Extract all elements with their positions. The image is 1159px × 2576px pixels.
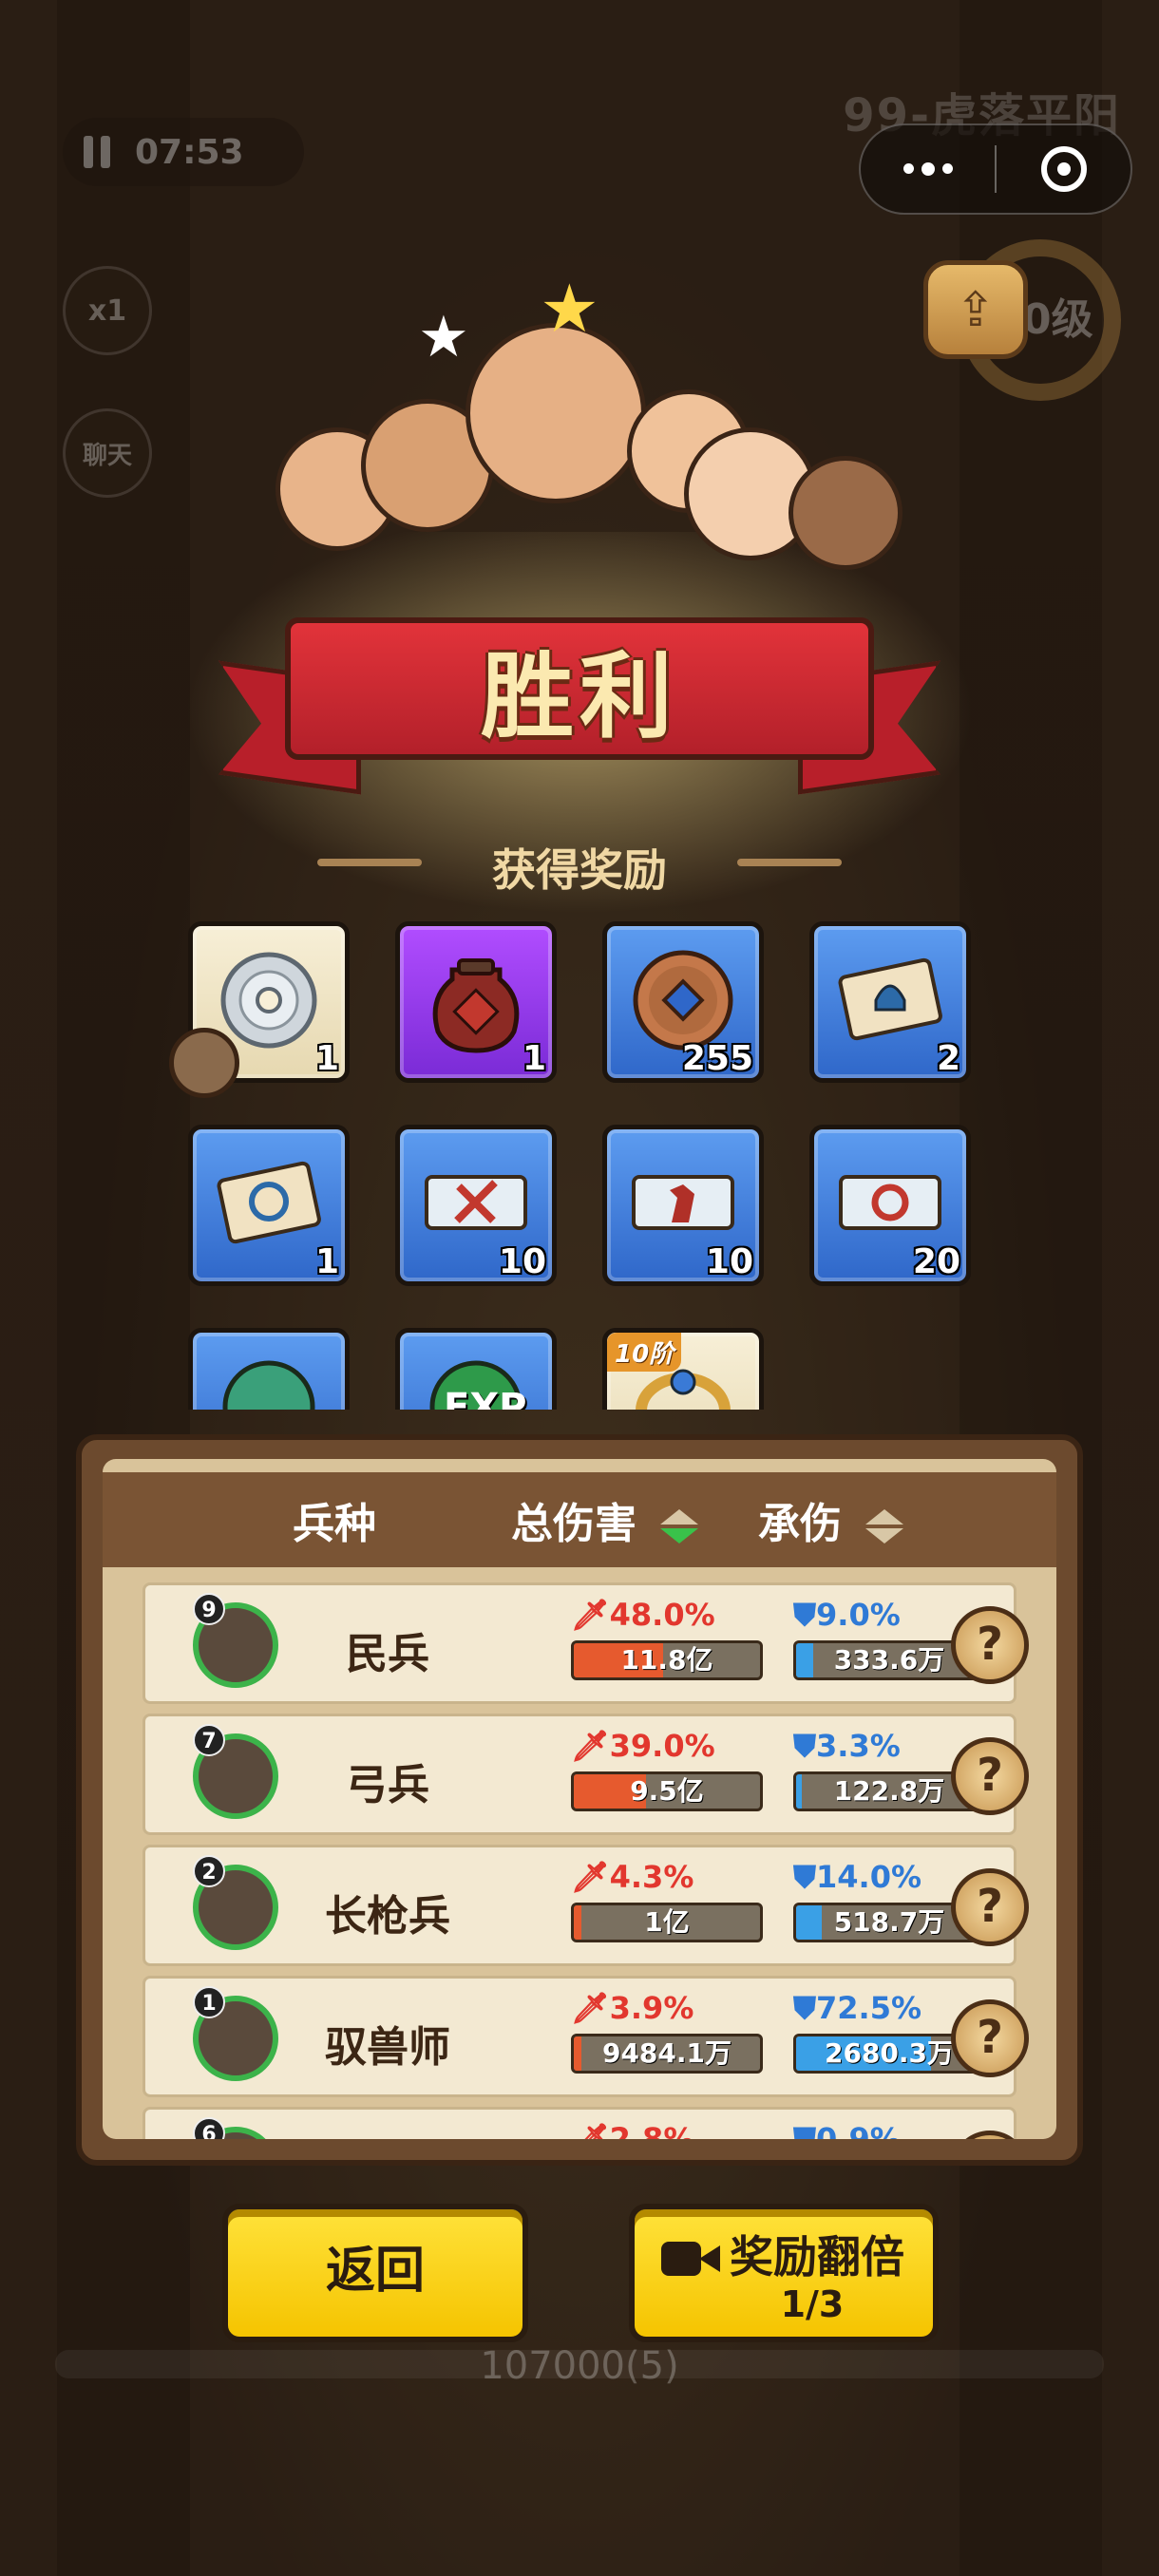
- star-icon: ★: [418, 304, 469, 370]
- unit-name: 民兵: [346, 1630, 429, 1678]
- axe-scroll-icon: [425, 1175, 527, 1230]
- sword-icon: 🗡: [571, 1990, 610, 2026]
- share-icon: ⇪: [956, 282, 996, 337]
- tier-badge: 10阶: [607, 1333, 682, 1372]
- table-row: 9 民兵 🗡48.0% 11.8亿 ⛊9.0% 333.6万 ?: [142, 1582, 1029, 1704]
- miniprogram-capsule: [859, 123, 1132, 215]
- reward-item[interactable]: EXP: [395, 1328, 557, 1410]
- score-text: 107000(5): [480, 2344, 679, 2388]
- col-taken-sort[interactable]: 承伤: [758, 1489, 904, 1550]
- reward-item[interactable]: [188, 1328, 350, 1410]
- exp-label: EXP: [444, 1386, 527, 1410]
- victory-title: 胜利: [480, 643, 678, 751]
- damage-stats-panel: 兵种 总伤害 承伤 9 民兵 🗡48.0% 11.8亿 ⛊9.0% 333.6万…: [76, 1434, 1083, 2166]
- reward-item[interactable]: 10: [602, 1125, 764, 1286]
- damage-percent: 🗡3.9%: [571, 1990, 694, 2026]
- shield-icon: ⛊: [793, 1728, 817, 1764]
- back-button[interactable]: 返回: [222, 2204, 528, 2342]
- hero-group-illustration: ★ ★: [276, 270, 922, 646]
- shield-icon: ⛊: [793, 2121, 817, 2139]
- speed-button[interactable]: x1: [63, 266, 152, 355]
- victory-banner: 胜利: [218, 617, 940, 807]
- close-miniprogram-icon[interactable]: [997, 146, 1130, 192]
- unit-level: 2: [193, 1855, 225, 1887]
- damage-bar: 9484.1万: [571, 2034, 763, 2074]
- unit-level: 6: [193, 2117, 225, 2139]
- swirl-scroll-icon: [839, 1175, 941, 1230]
- damage-bar: 1亿: [571, 1903, 763, 1942]
- damage-percent: 🗡48.0%: [571, 1597, 715, 1633]
- help-button[interactable]: ?: [951, 1868, 1029, 1946]
- unit-level: 1: [193, 1986, 225, 2018]
- taken-percent: ⛊9.0%: [793, 1597, 901, 1633]
- unit-name: 驭兽师: [325, 2023, 450, 2072]
- unit-name: 弓兵: [346, 1761, 429, 1809]
- unit-name: 长枪兵: [325, 1892, 450, 1941]
- table-row: 6 🗡2.8% ⛊0.9% ?: [142, 2107, 1029, 2139]
- reward-grid: 1 1 255 2 1 10 10 20 EXP 10阶: [188, 921, 973, 1410]
- table-row: 1 驭兽师 🗡3.9% 9484.1万 ⛊72.5% 2680.3万 ?: [142, 1976, 1029, 2097]
- taken-percent: ⛊72.5%: [793, 1990, 922, 2026]
- chat-button[interactable]: 聊天: [63, 408, 152, 498]
- damage-percent: 🗡39.0%: [571, 1728, 715, 1764]
- pause-icon[interactable]: [84, 136, 110, 168]
- table-row: 7 弓兵 🗡39.0% 9.5亿 ⛊3.3% 122.8万 ?: [142, 1714, 1029, 1835]
- sword-icon: 🗡: [571, 1597, 610, 1633]
- avatar: [169, 1028, 239, 1098]
- wine-jar-icon: [432, 958, 520, 1053]
- reward-item[interactable]: 1: [188, 1125, 350, 1286]
- horse-scroll-icon: [632, 1175, 734, 1230]
- help-button[interactable]: ?: [951, 2131, 1029, 2139]
- copper-coin-icon: [633, 950, 733, 1051]
- star-icon: ★: [540, 270, 599, 348]
- shield-icon: ⛊: [793, 1859, 817, 1895]
- more-options-icon[interactable]: [861, 161, 995, 176]
- unit-level: 7: [193, 1724, 225, 1756]
- sort-icon: [660, 1509, 699, 1544]
- damage-bar: 9.5亿: [571, 1771, 763, 1811]
- video-camera-icon: [661, 2238, 722, 2280]
- taken-percent: ⛊0.9%: [793, 2121, 901, 2139]
- double-reward-label: 奖励翻倍: [730, 2231, 904, 2282]
- col-damage-sort[interactable]: 总伤害: [511, 1489, 699, 1550]
- reward-item[interactable]: 10: [395, 1125, 557, 1286]
- stats-header: 兵种 总伤害 承伤: [103, 1472, 1056, 1567]
- shield-icon: ⛊: [793, 1990, 817, 2026]
- unit-level: 9: [193, 1593, 225, 1625]
- green-orb-icon: [222, 1360, 315, 1410]
- timer-text: 07:53: [135, 132, 244, 172]
- damage-percent: 🗡4.3%: [571, 1859, 694, 1895]
- sword-icon: 🗡: [571, 2121, 610, 2139]
- level-text: 0级: [1022, 295, 1093, 344]
- damage-percent: 🗡2.8%: [571, 2121, 694, 2139]
- help-button[interactable]: ?: [951, 1737, 1029, 1815]
- reward-item[interactable]: 1: [395, 921, 557, 1083]
- helmet-scroll-icon: [838, 957, 942, 1041]
- help-button[interactable]: ?: [951, 1606, 1029, 1684]
- table-row: 2 长枪兵 🗡4.3% 1亿 ⛊14.0% 518.7万 ?: [142, 1845, 1029, 1966]
- taken-percent: ⛊14.0%: [793, 1859, 922, 1895]
- help-button[interactable]: ?: [951, 1999, 1029, 2077]
- shield-scroll-icon: [217, 1161, 321, 1244]
- reward-item[interactable]: 2: [809, 921, 971, 1083]
- damage-bar: 11.8亿: [571, 1640, 763, 1680]
- reward-item[interactable]: 255: [602, 921, 764, 1083]
- shield-icon: ⛊: [793, 1597, 817, 1633]
- reward-item[interactable]: 20: [809, 1125, 971, 1286]
- sword-icon: 🗡: [571, 1859, 610, 1895]
- sort-icon: [865, 1509, 904, 1544]
- col-unit: 兵种: [293, 1500, 376, 1548]
- share-button[interactable]: ⇪: [923, 260, 1028, 359]
- battle-timer[interactable]: 07:53: [63, 118, 304, 186]
- reward-item[interactable]: 10阶: [602, 1328, 764, 1410]
- unit-stats-list[interactable]: 9 民兵 🗡48.0% 11.8亿 ⛊9.0% 333.6万 ? 7 弓兵 🗡3…: [103, 1582, 1056, 2139]
- taken-percent: ⛊3.3%: [793, 1728, 901, 1764]
- reward-heading: 获得奖励: [492, 844, 667, 896]
- double-reward-count: 1/3: [780, 2283, 845, 2325]
- sword-icon: 🗡: [571, 1728, 610, 1764]
- double-reward-button[interactable]: 奖励翻倍 1/3: [629, 2204, 939, 2342]
